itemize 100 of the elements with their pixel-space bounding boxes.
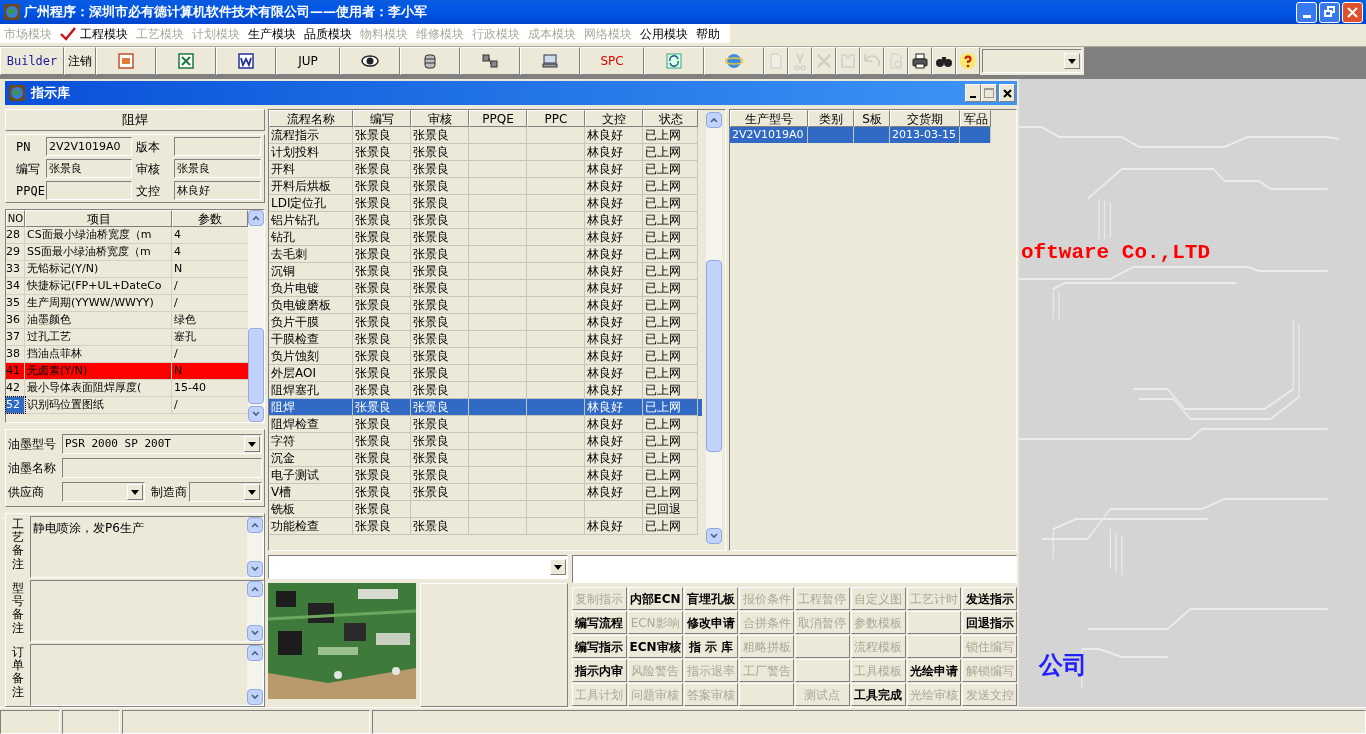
text-field[interactable]: 2V2V1019A0 [46, 137, 132, 156]
ink-model-combo[interactable]: PSR 2000 SP 200T [62, 434, 262, 454]
toolbar-button[interactable] [460, 47, 520, 75]
menu-item[interactable]: 生产模块 [244, 24, 300, 43]
action-button[interactable]: 盲埋孔板 [683, 587, 739, 610]
supplier-combo[interactable] [62, 482, 145, 502]
column-header[interactable]: 状态 [643, 110, 698, 127]
action-button[interactable]: 发送指示 [962, 587, 1017, 610]
column-header[interactable]: S板 [854, 110, 890, 127]
toolbar-combo[interactable] [982, 49, 1082, 73]
table-row[interactable]: 负片蚀刻 张景良 张景良 林良好 已上网 [269, 348, 702, 365]
action-button[interactable]: 工具完成 [850, 683, 906, 706]
action-button[interactable]: ECN审核 [627, 635, 683, 658]
table-row[interactable]: 外层AOI 张景良 张景良 林良好 已上网 [269, 365, 702, 382]
remark-box[interactable]: 静电喷涂，发P6生产 [30, 516, 264, 578]
param-row[interactable]: 34 快捷标记(FP+UL+DateCo / [6, 278, 248, 295]
column-header[interactable]: 类别 [808, 110, 854, 127]
field-label: 制造商 [150, 484, 188, 501]
param-row[interactable]: 36 油墨颜色 绿色 [6, 312, 248, 329]
table-row[interactable]: 负电镀磨板 张景良 张景良 林良好 已上网 [269, 297, 702, 314]
column-header[interactable]: 编写 [353, 110, 411, 127]
table-row[interactable]: 去毛刺 张景良 张景良 林良好 已上网 [269, 246, 702, 263]
menu-item[interactable]: 工程模块 [56, 24, 132, 43]
scrollbar[interactable] [247, 581, 263, 641]
table-row[interactable]: 电子测试 张景良 张景良 林良好 已上网 [269, 467, 702, 484]
table-row[interactable]: 阻焊 张景良 张景良 林良好 已上网 [269, 399, 702, 416]
column-header[interactable]: 流程名称 [269, 110, 353, 127]
table-row[interactable]: 负片电镀 张景良 张景良 林良好 已上网 [269, 280, 702, 297]
column-header[interactable]: PPC [527, 110, 585, 127]
action-button[interactable]: 光绘申请 [906, 659, 962, 682]
table-row[interactable]: 阻焊检查 张景良 张景良 林良好 已上网 [269, 416, 702, 433]
table-row[interactable]: 开料 张景良 张景良 林良好 已上网 [269, 161, 702, 178]
toolbar-button[interactable]: JUP [276, 47, 340, 75]
param-row[interactable]: 52 识别码位置图纸 / [6, 397, 248, 414]
column-header[interactable]: PPQE [469, 110, 527, 127]
table-row[interactable]: 2V2V1019A0 2013-03-15 [730, 127, 991, 143]
table-row[interactable]: 沉铜 张景良 张景良 林良好 已上网 [269, 263, 702, 280]
action-button[interactable]: 修改申请 [683, 611, 739, 634]
dropdown-field[interactable] [268, 555, 568, 579]
param-row[interactable]: 41 无卤素(Y/N) N [6, 363, 248, 380]
table-row[interactable]: 干膜检查 张景良 张景良 林良好 已上网 [269, 331, 702, 348]
maker-combo[interactable] [189, 482, 262, 502]
table-row[interactable]: 功能检查 张景良 张景良 林良好 已上网 [269, 518, 702, 535]
table-row[interactable]: 计划投料 张景良 张景良 林良好 已上网 [269, 144, 702, 161]
table-row[interactable]: 流程指示 张景良 张景良 林良好 已上网 [269, 127, 702, 144]
table-row[interactable]: 沉金 张景良 张景良 林良好 已上网 [269, 450, 702, 467]
param-row[interactable]: 37 过孔工艺 塞孔 [6, 329, 248, 346]
scrollbar[interactable] [247, 517, 263, 577]
remark-box[interactable] [30, 580, 264, 642]
column-header[interactable]: NO [6, 210, 25, 227]
column-header[interactable]: 生产型号 [730, 110, 808, 127]
restore-button[interactable] [1319, 1, 1340, 23]
toolbar-button[interactable]: SPC [580, 47, 644, 75]
table-row[interactable]: 铝片钻孔 张景良 张景良 林良好 已上网 [269, 212, 702, 229]
action-button[interactable]: 编写指示 [572, 635, 627, 658]
column-header[interactable]: 军品 [960, 110, 991, 127]
menu-item[interactable]: 公用模块 [636, 24, 692, 43]
column-header[interactable]: 审核 [411, 110, 469, 127]
text-field[interactable]: 张景良 [174, 159, 261, 178]
text-field[interactable]: 林良好 [174, 181, 261, 200]
menu-item[interactable]: 品质模块 [300, 24, 356, 43]
toolbar-button[interactable]: Builder [0, 47, 64, 75]
scrollbar[interactable] [248, 210, 264, 422]
param-row[interactable]: 35 生产周期(YYWW/WWYY) / [6, 295, 248, 312]
table-row[interactable]: 字符 张景良 张景良 林良好 已上网 [269, 433, 702, 450]
table-row[interactable]: LDI定位孔 张景良 张景良 林良好 已上网 [269, 195, 702, 212]
menu-item[interactable]: 帮助 [692, 24, 724, 43]
action-button[interactable]: 编写流程 [572, 611, 627, 634]
toolbar-button[interactable] [340, 47, 400, 75]
action-button[interactable]: 内部ECN [627, 587, 683, 610]
column-header[interactable]: 文控 [585, 110, 643, 127]
toolbar-button[interactable] [908, 47, 932, 75]
text-field[interactable]: 张景良 [46, 159, 132, 178]
remark-box[interactable] [30, 644, 264, 706]
action-button[interactable]: 指示内审 [572, 659, 627, 682]
text-field[interactable] [174, 137, 261, 156]
ink-name-field[interactable] [62, 458, 262, 478]
action-button[interactable]: 指 示 库 [683, 635, 739, 658]
column-header[interactable]: 项目 [25, 210, 172, 227]
param-row[interactable]: 29 SS面最小绿油桥宽度（m 4 [6, 244, 248, 261]
minimize-button[interactable] [965, 84, 981, 102]
text-field[interactable] [572, 555, 1017, 583]
table-row[interactable]: 负片干膜 张景良 张景良 林良好 已上网 [269, 314, 702, 331]
close-button[interactable] [999, 84, 1015, 102]
toolbar-button[interactable] [932, 47, 956, 75]
toolbar-button[interactable]: 注销 [64, 47, 96, 75]
toolbar-button[interactable] [216, 47, 276, 75]
table-row[interactable]: V槽 张景良 张景良 林良好 已上网 [269, 484, 702, 501]
table-row[interactable]: 铣板 张景良 已回退 [269, 501, 702, 518]
param-row[interactable]: 28 CS面最小绿油桥宽度（m 4 [6, 227, 248, 244]
table-row[interactable]: 钻孔 张景良 张景良 林良好 已上网 [269, 229, 702, 246]
text-field[interactable] [46, 181, 132, 200]
scrollbar[interactable] [705, 112, 722, 544]
scrollbar[interactable] [247, 645, 263, 705]
param-row[interactable]: 33 无铅标记(Y/N) N [6, 261, 248, 278]
maximize-button[interactable] [981, 84, 997, 102]
column-header[interactable]: 交货期 [890, 110, 960, 127]
column-header[interactable]: 参数 [172, 210, 248, 227]
table-row[interactable]: 开料后烘板 张景良 张景良 林良好 已上网 [269, 178, 702, 195]
action-button[interactable]: 回退指示 [962, 611, 1017, 634]
